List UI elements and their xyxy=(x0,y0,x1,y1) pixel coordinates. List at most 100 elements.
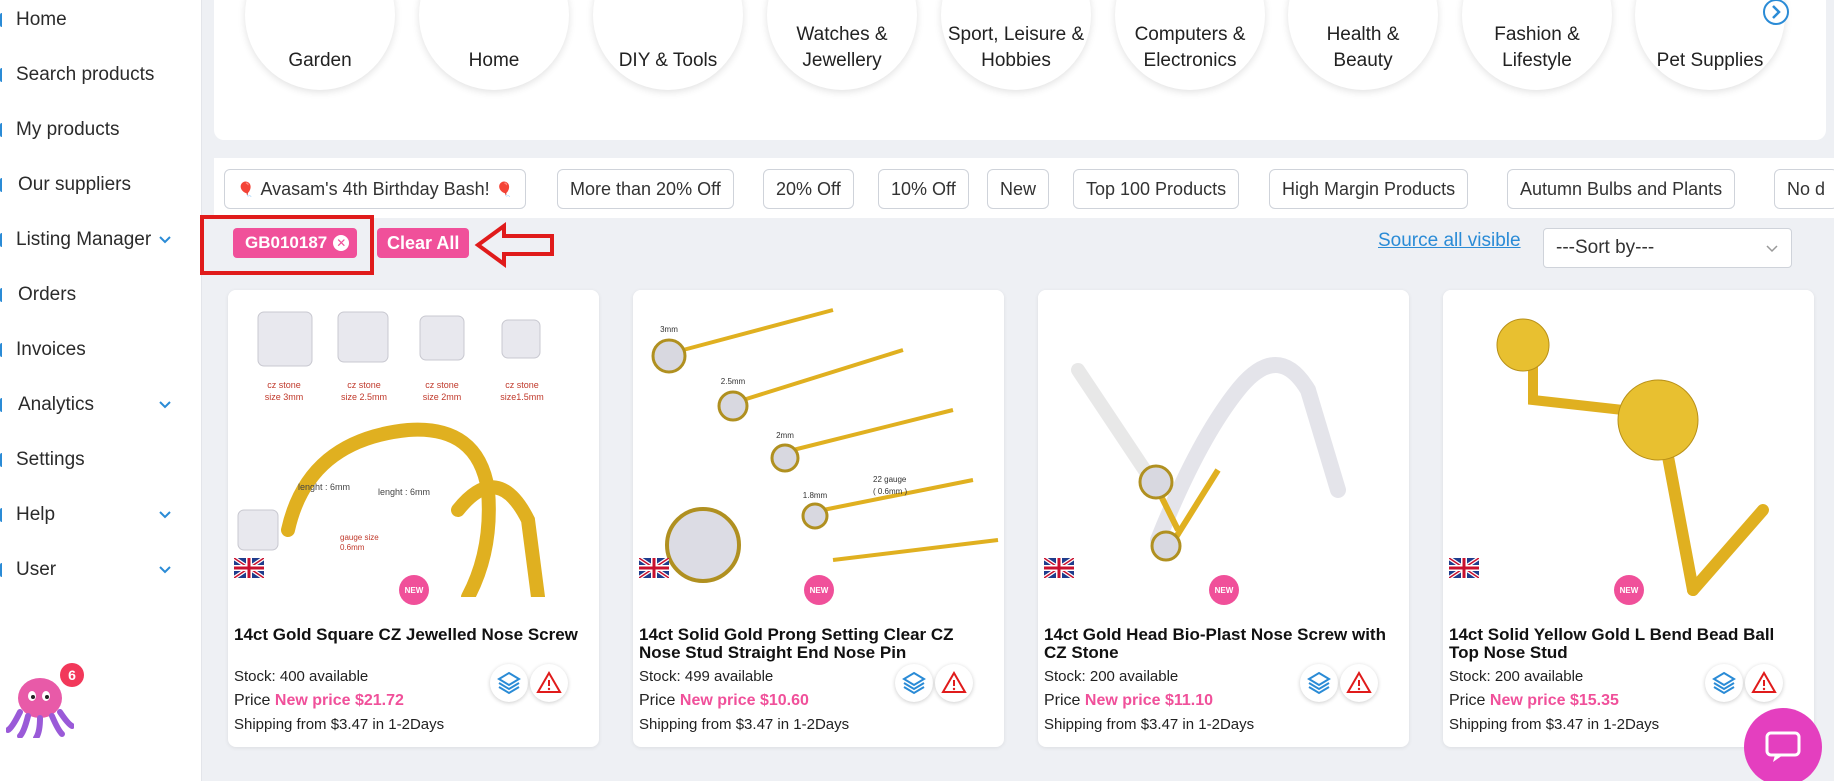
category-label: Garden xyxy=(288,50,352,71)
chip-autumn-bulbs-plants[interactable]: Autumn Bulbs and Plants xyxy=(1507,169,1736,209)
chevron-down-icon[interactable] xyxy=(158,233,172,247)
product-shipping: Shipping from $3.47 in 1-2Days xyxy=(1449,716,1660,733)
source-all-visible-link[interactable]: Source all visible xyxy=(1378,230,1521,252)
product-shipping: Shipping from $3.47 in 1-2Days xyxy=(1044,716,1255,733)
category-label: Fashion & Lifestyle xyxy=(1494,24,1580,71)
product-stock: Stock: 200 available xyxy=(1449,668,1584,685)
sidebar-item-help[interactable]: Help xyxy=(0,495,202,535)
sidebar-item-label: User xyxy=(16,559,57,580)
chevron-down-icon[interactable] xyxy=(158,398,172,412)
product-price: Price New price $11.10 xyxy=(1044,692,1213,709)
report-issue-button[interactable] xyxy=(1340,664,1378,702)
sidebar-item-search-products[interactable]: Search products xyxy=(0,55,202,95)
product-card[interactable]: NEW 14ct Solid Yellow Gold L Bend Bead B… xyxy=(1443,290,1814,747)
add-to-listing-button[interactable] xyxy=(895,664,933,702)
chip-label: New xyxy=(1000,178,1037,199)
category-label: Sport, Leisure & Hobbies xyxy=(947,24,1085,71)
image-text: cz stone xyxy=(505,380,539,390)
product-image[interactable] xyxy=(1443,290,1814,597)
chip-label: High Margin Products xyxy=(1282,178,1456,199)
chat-button[interactable] xyxy=(1744,708,1822,781)
chip-label: Avasam's 4th Birthday Bash! xyxy=(260,178,490,199)
product-title[interactable]: 14ct Gold Head Bio-Plast Nose Screw with… xyxy=(1044,626,1399,662)
sidebar-item-our-suppliers[interactable]: Our suppliers xyxy=(0,165,202,205)
report-issue-button[interactable] xyxy=(935,664,973,702)
image-text: 0.6mm xyxy=(340,543,365,552)
category-label: Computers & Electronics xyxy=(1134,24,1246,71)
product-price: Price New price $10.60 xyxy=(639,692,809,709)
product-card[interactable]: NEW 14ct Gold Head Bio-Plast Nose Screw … xyxy=(1038,290,1409,747)
sidebar-item-invoices[interactable]: Invoices xyxy=(0,330,202,370)
product-price: Price New price $21.72 xyxy=(234,692,404,709)
image-text: 2mm xyxy=(776,431,794,440)
box-icon xyxy=(0,123,6,137)
chat-icon xyxy=(1765,731,1801,762)
annotation-arrow-icon xyxy=(474,222,554,268)
clear-all-button[interactable]: Clear All xyxy=(377,228,470,258)
balloon-icon: 🎈 xyxy=(237,180,255,197)
product-title[interactable]: 14ct Solid Gold Prong Setting Clear CZ N… xyxy=(639,626,994,662)
add-to-listing-button[interactable] xyxy=(1300,664,1338,702)
sidebar-item-home[interactable]: Home xyxy=(0,0,202,40)
product-title[interactable]: 14ct Solid Yellow Gold L Bend Bead Ball … xyxy=(1449,626,1804,662)
chip-label: 10% Off xyxy=(891,178,956,199)
chip-birthday-bash[interactable]: 🎈 Avasam's 4th Birthday Bash! 🎈 xyxy=(224,169,527,209)
product-card[interactable]: 3mm 2.5mm 2mm 1.8mm 22 gauge ( 0.6mm ) N… xyxy=(633,290,1004,747)
sidebar-item-label: Settings xyxy=(16,449,85,470)
image-text: lenght : 6mm xyxy=(378,487,430,497)
image-text: cz stone xyxy=(267,380,301,390)
chip-new[interactable]: New xyxy=(987,169,1050,209)
image-text: size 2mm xyxy=(423,392,462,402)
product-card[interactable]: cz stone size 3mm cz stone size 2.5mm cz… xyxy=(228,290,599,747)
sidebar-item-settings[interactable]: Settings xyxy=(0,440,202,480)
chip-more-than-20-off[interactable]: More than 20% Off xyxy=(557,169,734,209)
chip-label: 20% Off xyxy=(776,178,841,199)
chip-label: Autumn Bulbs and Plants xyxy=(1520,178,1723,199)
chip-label: Top 100 Products xyxy=(1086,178,1227,199)
sidebar-item-orders[interactable]: Orders xyxy=(0,275,202,315)
remove-filter-icon[interactable]: ✕ xyxy=(333,235,350,251)
uk-flag-icon xyxy=(1449,558,1479,578)
image-text: 1.8mm xyxy=(803,491,828,500)
add-to-listing-button[interactable] xyxy=(1705,664,1743,702)
product-stock: Stock: 499 available xyxy=(639,668,774,685)
product-image[interactable]: cz stone size 3mm cz stone size 2.5mm cz… xyxy=(228,290,599,597)
add-to-listing-button[interactable] xyxy=(490,664,528,702)
sidebar-item-label: Orders xyxy=(18,284,77,305)
category-label: Pet Supplies xyxy=(1656,50,1764,71)
new-badge: NEW xyxy=(1206,572,1242,608)
sidebar-item-analytics[interactable]: Analytics xyxy=(0,385,202,425)
sort-by-select[interactable]: ---Sort by--- xyxy=(1543,228,1792,268)
product-title[interactable]: 14ct Gold Square CZ Jewelled Nose Screw xyxy=(234,626,589,644)
image-text: gauge size xyxy=(340,533,379,542)
sidebar-item-user[interactable]: User xyxy=(0,550,202,590)
report-issue-button[interactable] xyxy=(1745,664,1783,702)
product-stock: Stock: 400 available xyxy=(234,668,369,685)
sidebar-item-label: Invoices xyxy=(16,339,86,360)
layers-icon xyxy=(1307,671,1331,695)
chevron-down-icon[interactable] xyxy=(158,508,172,522)
sidebar-item-label: Search products xyxy=(16,64,155,85)
sidebar-item-label: Help xyxy=(16,504,56,525)
image-text: lenght : 6mm xyxy=(298,482,350,492)
chip-high-margin-products[interactable]: High Margin Products xyxy=(1269,169,1469,209)
chevron-down-icon xyxy=(1766,245,1778,253)
chip-no-d[interactable]: No d xyxy=(1774,169,1834,209)
user-icon xyxy=(0,563,6,577)
sidebar-item-label: Analytics xyxy=(18,394,95,415)
chip-10-off[interactable]: 10% Off xyxy=(878,169,969,209)
product-image[interactable] xyxy=(1038,290,1409,597)
chevron-down-icon[interactable] xyxy=(158,563,172,577)
report-issue-button[interactable] xyxy=(530,664,568,702)
uk-flag-icon xyxy=(1044,558,1074,578)
layers-icon xyxy=(902,671,926,695)
chip-20-off[interactable]: 20% Off xyxy=(763,169,854,209)
category-label: DIY & Tools xyxy=(618,50,718,71)
sidebar-item-my-products[interactable]: My products xyxy=(0,110,202,150)
uk-flag-icon xyxy=(234,558,264,578)
product-image[interactable]: 3mm 2.5mm 2mm 1.8mm 22 gauge ( 0.6mm ) xyxy=(633,290,1004,597)
chip-top-100-products[interactable]: Top 100 Products xyxy=(1073,169,1240,209)
sidebar-item-listing-manager[interactable]: Listing Manager xyxy=(0,220,202,260)
active-filter-tag[interactable]: GB010187 ✕ xyxy=(233,228,358,258)
uk-flag-icon xyxy=(639,558,669,578)
